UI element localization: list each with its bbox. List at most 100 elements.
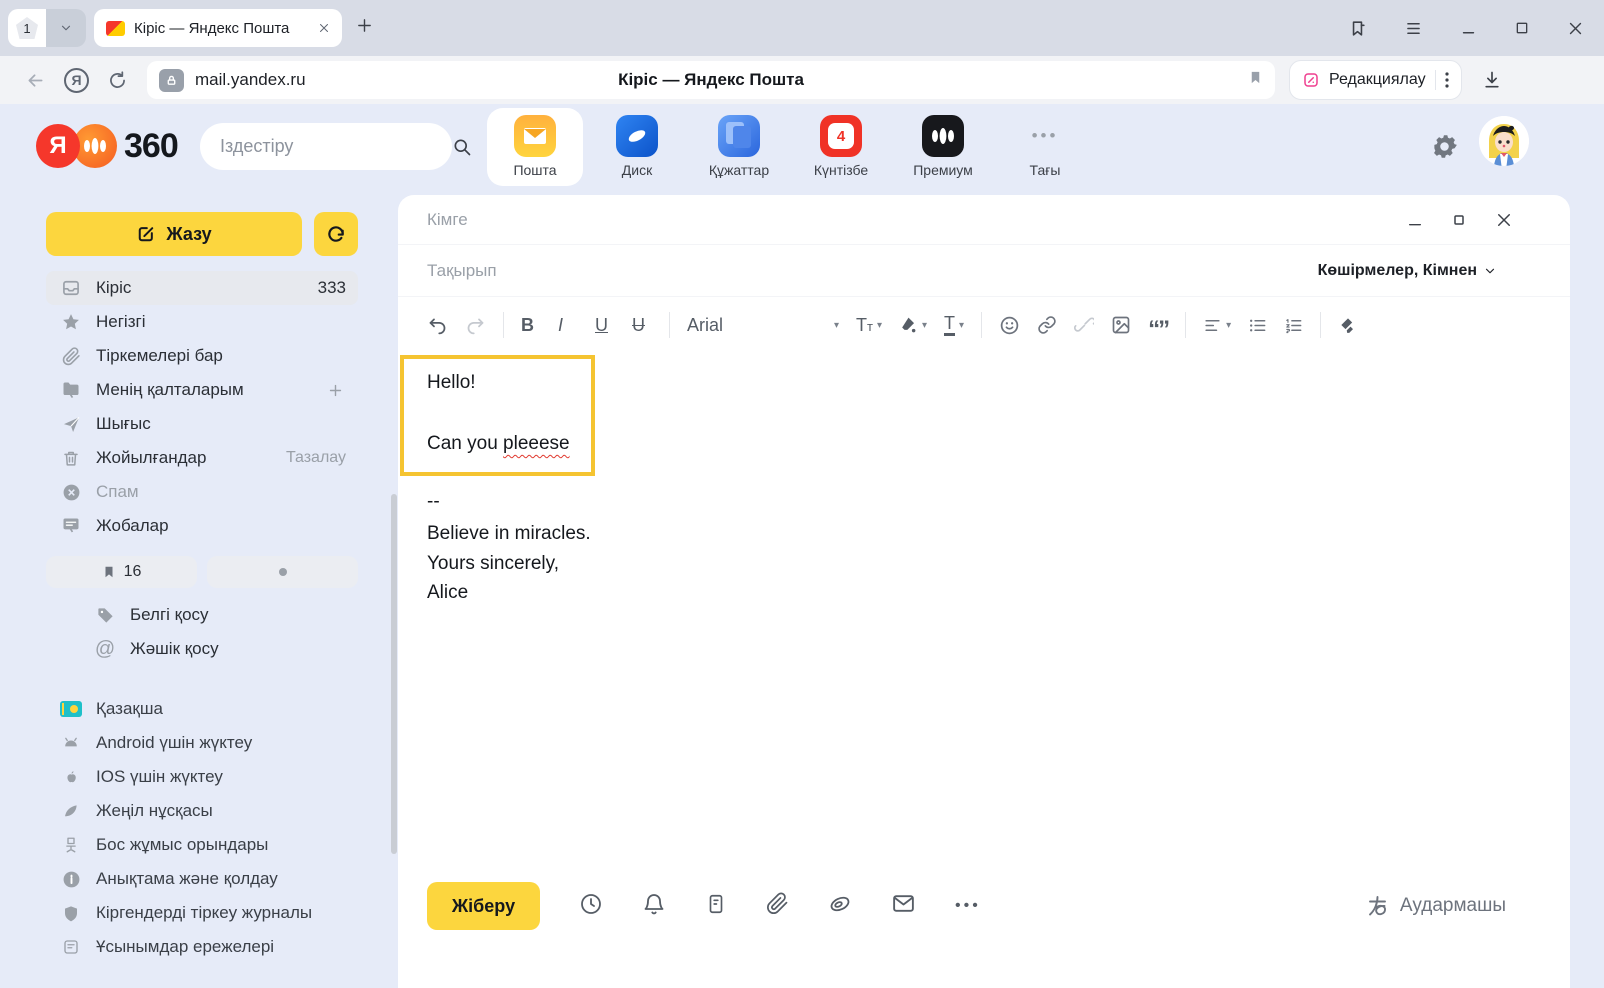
user-avatar[interactable] — [1479, 116, 1529, 166]
align-select[interactable]: ▾ — [1203, 316, 1231, 335]
scrollbar-thumb[interactable] — [391, 494, 397, 854]
remove-link-button[interactable] — [1074, 315, 1094, 335]
message-body[interactable]: Hello! Can you pleeese -- Believe in mir… — [398, 353, 1570, 608]
tab-close-icon[interactable] — [318, 22, 330, 34]
url-bar[interactable]: mail.yandex.ru Кіріс — Яндекс Пошта — [147, 61, 1275, 99]
more-options-button[interactable]: ••• — [955, 897, 981, 915]
reload-button[interactable] — [107, 70, 128, 91]
sidebar-actions: Белгі қосу @ Жәшік қосу — [46, 598, 358, 666]
insert-link-button[interactable] — [1037, 315, 1057, 335]
sidebar-item-spam[interactable]: Спам — [46, 475, 358, 509]
tab-group-button[interactable]: 1 — [8, 9, 46, 47]
service-more[interactable]: ••• Тағы — [994, 108, 1096, 186]
insert-image-button[interactable] — [1111, 315, 1131, 335]
service-documents[interactable]: Құжаттар — [688, 108, 790, 186]
add-folder-button[interactable] — [324, 382, 346, 399]
attach-from-mail-button[interactable] — [891, 891, 916, 921]
quote-button[interactable]: “” — [1148, 314, 1168, 336]
sidebar-item-language[interactable]: Қазақша — [46, 692, 358, 726]
schedule-send-button[interactable] — [579, 892, 603, 921]
font-family-select[interactable]: Arial ▾ — [687, 315, 839, 336]
window-close-icon[interactable] — [1567, 20, 1584, 37]
text-color-select[interactable]: T▾ — [944, 314, 964, 336]
tab-group-chevron-button[interactable] — [46, 9, 86, 47]
yandex-button[interactable]: Я — [64, 68, 89, 93]
sidebar-item-android-app[interactable]: Android үшін жүктеу — [46, 726, 358, 760]
undo-button[interactable] — [427, 315, 448, 336]
new-tab-button[interactable] — [356, 17, 373, 39]
sidebar-item-trash[interactable]: Жойылғандар Тазалау — [46, 441, 358, 475]
numbered-list-button[interactable] — [1284, 316, 1303, 335]
add-mailbox-action[interactable]: @ Жәшік қосу — [46, 632, 358, 666]
paperclip-icon — [60, 347, 82, 366]
compose-minimize-icon[interactable] — [1407, 212, 1423, 228]
compose-expand-icon[interactable] — [1453, 214, 1465, 226]
edit-more-button[interactable] — [1445, 72, 1449, 88]
sidebar-item-help[interactable]: Анықтама және қолдау — [46, 862, 358, 896]
strikethrough-button[interactable]: U — [632, 315, 652, 336]
sidebar-item-recommendation-rules[interactable]: Ұсынымдар ережелері — [46, 930, 358, 964]
compose-button[interactable]: Жазу — [46, 212, 302, 256]
edit-page-button[interactable]: Редакциялау — [1289, 60, 1462, 100]
sidebar-item-light-version[interactable]: Жеңіл нұсқасы — [46, 794, 358, 828]
bold-button[interactable]: B — [521, 315, 541, 336]
emoji-button[interactable] — [999, 315, 1020, 336]
yandex-360-logo[interactable]: Я 360 — [36, 124, 178, 168]
bullet-list-button[interactable] — [1248, 316, 1267, 335]
settings-button[interactable] — [1431, 133, 1458, 165]
sidebar-item-primary[interactable]: Негізгі — [46, 305, 358, 339]
sidebar-item-sent[interactable]: Шығыс — [46, 407, 358, 441]
sidebar-item-projects[interactable]: Жобалар — [46, 509, 358, 543]
to-field[interactable] — [427, 210, 1407, 230]
link-label: Бос жұмыс орындары — [96, 835, 268, 855]
page-title: Кіріс — Яндекс Пошта — [618, 70, 804, 90]
highlight-color-select[interactable]: ▾ — [899, 316, 927, 335]
font-size-select[interactable]: Tт▾ — [856, 315, 882, 336]
service-calendar[interactable]: 4 Күнтізбе — [790, 108, 892, 186]
underline-button[interactable]: U — [595, 315, 615, 336]
envelope-glyph — [523, 127, 547, 145]
downloads-button[interactable] — [1482, 70, 1502, 90]
divider — [1435, 70, 1436, 90]
tab-group-badge: 1 — [16, 17, 38, 39]
search-box[interactable] — [200, 123, 452, 170]
sidebar-item-vacancies[interactable]: Бос жұмыс орындары — [46, 828, 358, 862]
panel-bookmark-icon[interactable] — [1348, 19, 1367, 38]
service-mail[interactable]: Пошта — [487, 108, 583, 186]
compose-window: Көшірмелер, Кімнен B I U U Arial ▾ Tт▾ — [398, 195, 1570, 988]
service-disk[interactable]: Диск — [586, 108, 688, 186]
clear-trash-button[interactable]: Тазалау — [286, 449, 346, 467]
send-button[interactable]: Жіберу — [427, 882, 540, 930]
translator-button[interactable]: Аудармашы — [1366, 894, 1506, 918]
browser-tab[interactable]: Кіріс — Яндекс Пошта — [94, 9, 342, 47]
sidebar-item-my-folders[interactable]: Менің қалталарым — [46, 373, 358, 407]
reminder-button[interactable] — [642, 892, 666, 921]
back-button[interactable] — [25, 70, 46, 91]
attach-from-disk-button[interactable] — [828, 892, 852, 921]
templates-button[interactable] — [705, 892, 727, 921]
browser-menu-icon[interactable] — [1404, 19, 1423, 38]
search-icon[interactable] — [452, 137, 472, 157]
tab-group-control[interactable]: 1 — [8, 9, 86, 47]
clear-formatting-button[interactable] — [1338, 315, 1358, 335]
compose-close-icon[interactable] — [1495, 211, 1513, 229]
sidebar-item-login-journal[interactable]: Кіргендерді тіркеу журналы — [46, 896, 358, 930]
search-input[interactable] — [220, 136, 452, 157]
refresh-button[interactable] — [314, 212, 358, 256]
dot-pill[interactable] — [207, 556, 358, 588]
bookmark-icon[interactable] — [1248, 69, 1263, 91]
subject-field[interactable] — [427, 261, 1318, 281]
window-minimize-icon[interactable] — [1460, 20, 1477, 37]
redo-button[interactable] — [465, 315, 486, 336]
add-label-action[interactable]: Белгі қосу — [46, 598, 358, 632]
italic-button[interactable]: I — [558, 315, 578, 336]
bookmarks-pill[interactable]: 16 — [46, 556, 197, 588]
attach-file-button[interactable] — [766, 892, 789, 920]
sidebar-item-ios-app[interactable]: IOS үшін жүктеу — [46, 760, 358, 794]
sidebar-item-with-attachments[interactable]: Тіркемелері бар — [46, 339, 358, 373]
window-maximize-icon[interactable] — [1514, 20, 1530, 36]
cc-from-toggle[interactable]: Көшірмелер, Кімнен — [1318, 262, 1497, 280]
sidebar-item-inbox[interactable]: Кіріс 333 — [46, 271, 358, 305]
ssl-lock-badge[interactable] — [159, 69, 184, 92]
service-premium[interactable]: Премиум — [892, 108, 994, 186]
